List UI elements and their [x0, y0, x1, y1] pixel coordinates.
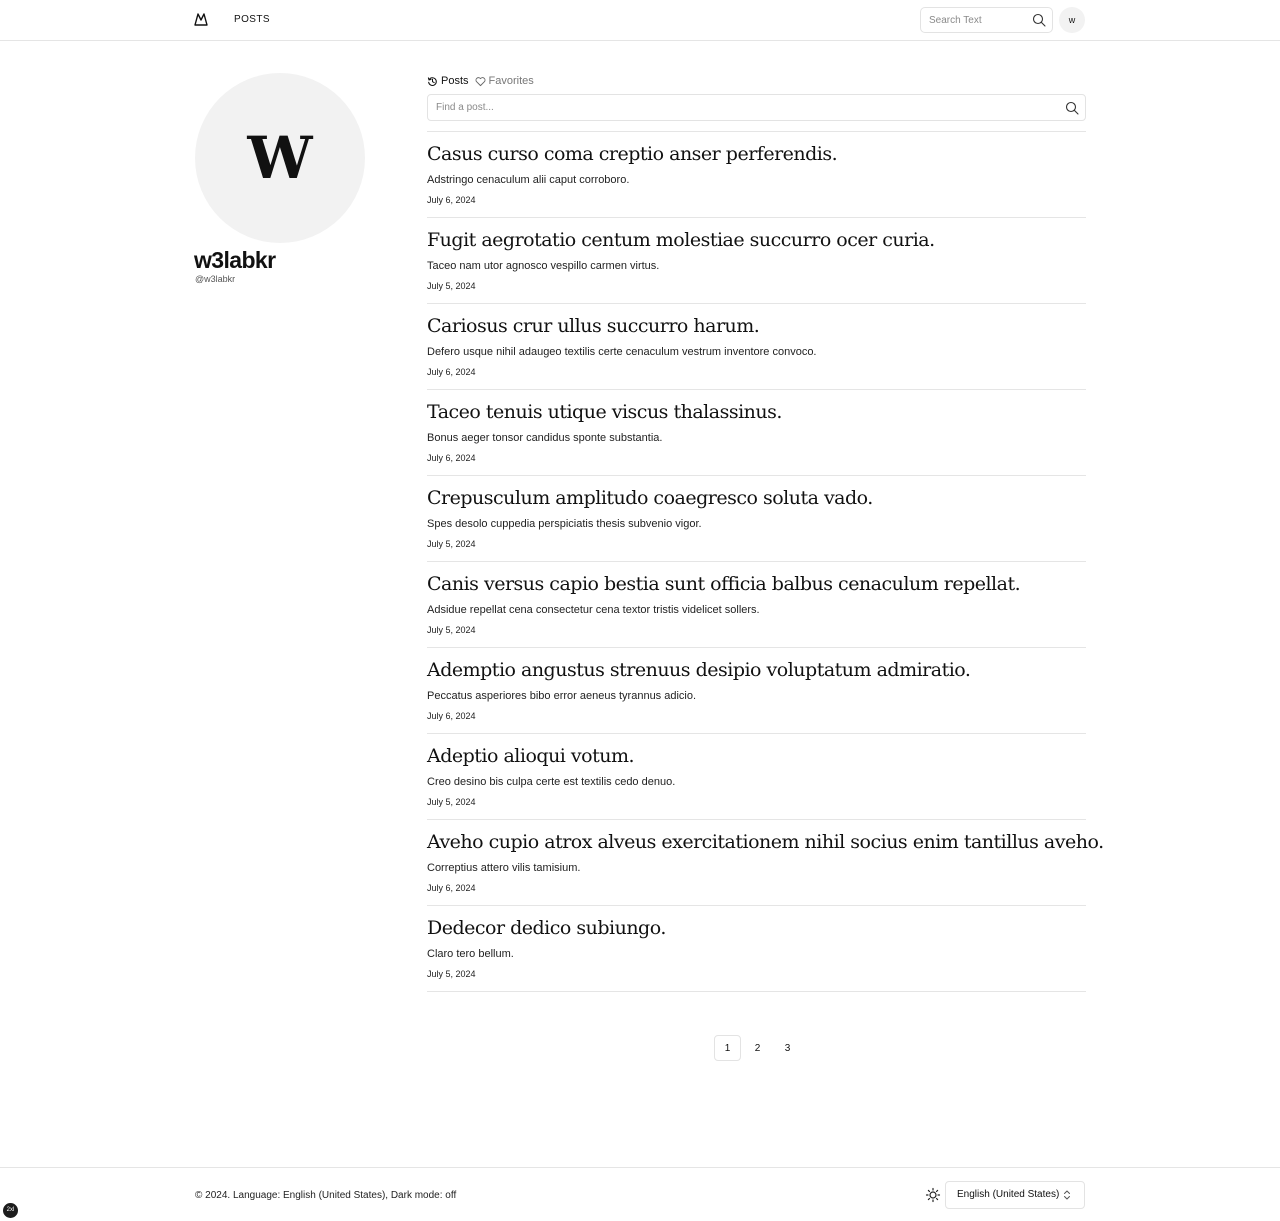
post-date: July 6, 2024	[427, 453, 476, 463]
post-title[interactable]: Fugit aegrotatio centum molestiae succur…	[427, 229, 935, 251]
post-excerpt: Defero usque nihil adaugeo textilis cert…	[427, 346, 817, 358]
post-title[interactable]: Casus curso coma creptio anser perferend…	[427, 143, 838, 165]
header-search-box	[920, 7, 1053, 33]
search-icon[interactable]	[1032, 13, 1046, 27]
post-date: July 6, 2024	[427, 711, 476, 721]
post-date: July 5, 2024	[427, 281, 476, 291]
footer-copyright: © 2024. Language: English (United States…	[195, 1190, 457, 1201]
post-excerpt: Taceo nam utor agnosco vespillo carmen v…	[427, 260, 660, 272]
post-excerpt: Claro tero bellum.	[427, 948, 514, 960]
post-item[interactable]: Canis versus capio bestia sunt officia b…	[427, 562, 1086, 648]
post-title[interactable]: Aveho cupio atrox alveus exercitationem …	[427, 831, 1104, 853]
page-button-2[interactable]: 2	[744, 1035, 771, 1061]
mountain-logo-icon[interactable]	[194, 12, 208, 26]
post-item[interactable]: Fugit aegrotatio centum molestiae succur…	[427, 218, 1086, 304]
post-title[interactable]: Taceo tenuis utique viscus thalassinus.	[427, 401, 782, 423]
chevron-up-down-icon	[1064, 1190, 1070, 1200]
post-excerpt: Adsidue repellat cena consectetur cena t…	[427, 604, 760, 616]
tab-posts-label: Posts	[441, 75, 469, 87]
post-excerpt: Correptius attero vilis tamisium.	[427, 862, 581, 874]
sun-icon[interactable]	[925, 1187, 941, 1203]
post-title[interactable]: Cariosus crur ullus succurro harum.	[427, 315, 760, 337]
tab-posts[interactable]: Posts	[427, 75, 469, 87]
pagination: 1 2 3	[714, 1035, 801, 1061]
history-icon	[427, 76, 437, 86]
post-date: July 6, 2024	[427, 367, 476, 377]
post-item[interactable]: Dedecor dedico subiungo. Claro tero bell…	[427, 906, 1086, 992]
user-avatar-button[interactable]: w	[1059, 7, 1085, 33]
post-title[interactable]: Crepusculum amplitudo coaegresco soluta …	[427, 487, 873, 509]
tab-favorites-label: Favorites	[488, 75, 534, 87]
post-excerpt: Spes desolo cuppedia perspiciatis thesis…	[427, 518, 702, 530]
header-search-input[interactable]	[921, 8, 1031, 32]
post-excerpt: Creo desino bis culpa certe est textilis…	[427, 776, 676, 788]
post-item[interactable]: Casus curso coma creptio anser perferend…	[427, 132, 1086, 218]
post-date: July 5, 2024	[427, 539, 476, 549]
post-title[interactable]: Ademptio angustus strenuus desipio volup…	[427, 659, 971, 681]
post-item[interactable]: Adeptio alioqui votum. Creo desino bis c…	[427, 734, 1086, 820]
page-button-1[interactable]: 1	[714, 1035, 741, 1061]
post-excerpt: Peccatus asperiores bibo error aeneus ty…	[427, 690, 697, 702]
post-excerpt: Bonus aeger tonsor candidus sponte subst…	[427, 432, 663, 444]
breakpoint-badge: 2xl	[3, 1203, 18, 1218]
profile-handle: @w3labkr	[195, 274, 236, 284]
post-search-input[interactable]	[428, 95, 1048, 120]
post-list: Casus curso coma creptio anser perferend…	[427, 131, 1104, 992]
post-date: July 6, 2024	[427, 883, 476, 893]
post-search-box	[427, 94, 1086, 121]
post-item[interactable]: Ademptio angustus strenuus desipio volup…	[427, 648, 1086, 734]
page-button-3[interactable]: 3	[774, 1035, 801, 1061]
post-excerpt: Adstringo cenaculum alii caput corroboro…	[427, 174, 630, 186]
tab-favorites[interactable]: Favorites	[475, 75, 534, 87]
post-date: July 5, 2024	[427, 797, 476, 807]
post-item[interactable]: Crepusculum amplitudo coaegresco soluta …	[427, 476, 1086, 562]
post-item[interactable]: Cariosus crur ullus succurro harum. Defe…	[427, 304, 1086, 390]
heart-icon	[475, 76, 485, 86]
profile-avatar: W	[195, 73, 365, 243]
language-select[interactable]: English (United States)	[945, 1181, 1085, 1209]
search-icon[interactable]	[1065, 101, 1079, 115]
top-header: POSTS w	[0, 0, 1280, 41]
post-item[interactable]: Aveho cupio atrox alveus exercitationem …	[427, 820, 1104, 906]
post-title[interactable]: Adeptio alioqui votum.	[427, 745, 635, 767]
post-date: July 5, 2024	[427, 969, 476, 979]
post-date: July 5, 2024	[427, 625, 476, 635]
profile-name: w3labkr	[194, 247, 276, 273]
post-title[interactable]: Canis versus capio bestia sunt officia b…	[427, 573, 1021, 595]
post-tabs: Posts Favorites	[427, 73, 540, 89]
post-item[interactable]: Taceo tenuis utique viscus thalassinus. …	[427, 390, 1086, 476]
nav-posts-link[interactable]: POSTS	[234, 14, 270, 25]
page-footer: © 2024. Language: English (United States…	[0, 1167, 1280, 1221]
language-select-value: English (United States)	[957, 1189, 1060, 1200]
post-date: July 6, 2024	[427, 195, 476, 205]
post-title[interactable]: Dedecor dedico subiungo.	[427, 917, 666, 939]
